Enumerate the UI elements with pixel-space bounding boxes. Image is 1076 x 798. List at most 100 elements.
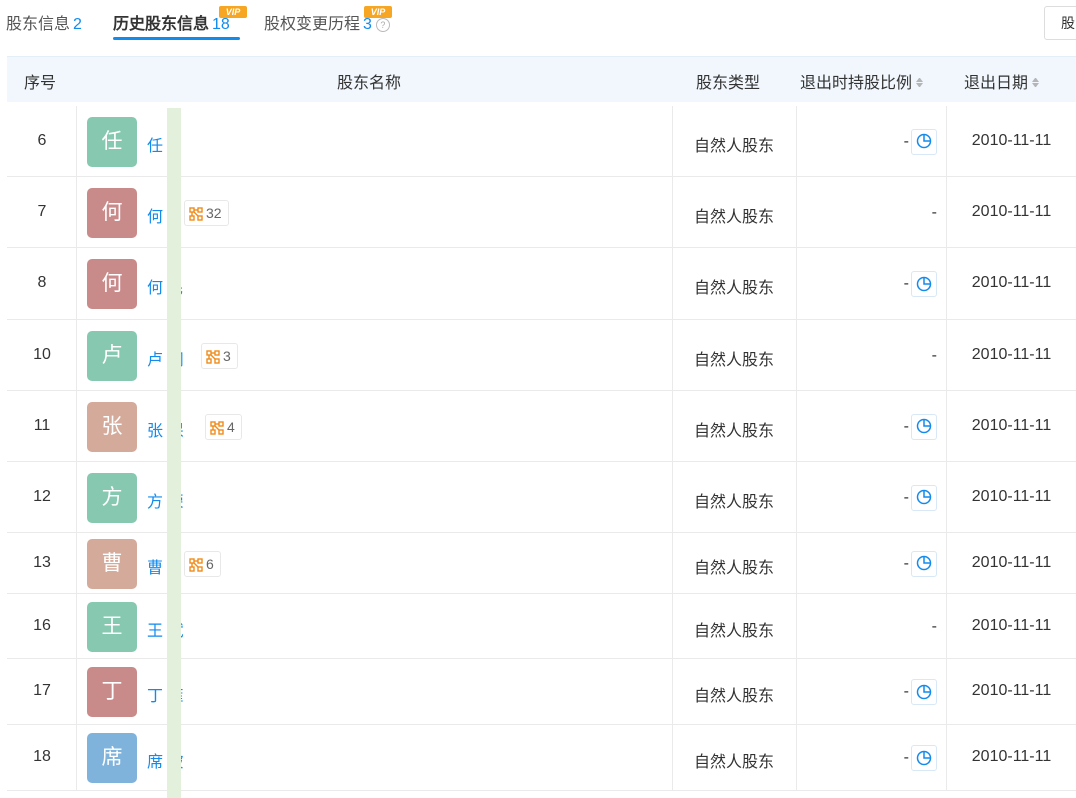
- pie-chart-button[interactable]: [911, 413, 937, 440]
- row-seq: 6: [37, 131, 47, 149]
- tab-label: 历史股东信息: [113, 16, 210, 33]
- row-seq: 13: [33, 553, 51, 571]
- pie-chart-icon: [916, 418, 932, 435]
- tab-history-shareholders[interactable]: 历史股东信息 18 VIP: [113, 6, 247, 34]
- avatar: 席: [87, 733, 137, 783]
- exit-ratio: -: [797, 413, 937, 440]
- relation-badge[interactable]: 6: [184, 550, 221, 577]
- sort-icon: [1032, 78, 1039, 87]
- ratio-value: -: [903, 554, 909, 572]
- exit-date: 2010-11-11: [971, 274, 1052, 291]
- exit-ratio: -: [797, 200, 937, 226]
- ratio-value: -: [903, 275, 909, 293]
- row-seq: 10: [33, 345, 51, 363]
- relation-network-icon: [189, 556, 206, 572]
- row-seq: 7: [37, 202, 47, 220]
- shareholder-type: 自然人股东: [693, 208, 774, 226]
- shareholder-type: 自然人股东: [693, 622, 774, 640]
- pie-chart-icon: [916, 275, 932, 292]
- relation-network-icon: [210, 419, 227, 435]
- header-date-label: 退出日期: [964, 75, 1029, 92]
- ratio-value: -: [931, 346, 937, 364]
- avatar: 王: [87, 601, 137, 652]
- tab-equity-change-history[interactable]: 股权变更历程 3? VIP: [264, 6, 392, 34]
- avatar: 何: [87, 259, 137, 309]
- exit-ratio: -: [797, 614, 937, 640]
- exit-date: 2010-11-11: [971, 487, 1052, 505]
- relation-count: 6: [206, 555, 214, 572]
- pie-chart-icon: [916, 683, 932, 700]
- exit-date: 2010-11-11: [971, 682, 1052, 699]
- exit-ratio: -: [797, 745, 937, 771]
- avatar: 丁: [87, 667, 137, 717]
- ratio-value: -: [931, 203, 937, 221]
- exit-ratio: -: [797, 550, 937, 577]
- row-seq: 12: [33, 487, 51, 505]
- exit-ratio: -: [797, 343, 937, 369]
- avatar: 曹: [87, 538, 137, 589]
- avatar: 何: [87, 187, 137, 238]
- shareholder-name-link[interactable]: 任: [147, 132, 163, 156]
- table-header: 序号 股东名称 股东类型 退出时持股比例 退出日期: [7, 56, 1076, 102]
- row-seq: 8: [37, 274, 47, 291]
- pie-chart-button[interactable]: [911, 745, 937, 771]
- help-icon[interactable]: ?: [375, 18, 390, 32]
- avatar: 方: [87, 472, 137, 523]
- pie-chart-button[interactable]: [911, 128, 937, 155]
- active-tab-indicator: [113, 37, 240, 40]
- relation-count: 3: [223, 347, 231, 364]
- exit-ratio: -: [797, 484, 937, 511]
- tab-count: 18: [212, 16, 230, 33]
- header-ratio[interactable]: 退出时持股比例: [800, 69, 923, 93]
- exit-ratio: -: [797, 271, 937, 297]
- tab-count: 3: [363, 16, 372, 33]
- sort-icon: [916, 78, 923, 87]
- overlay-bar: [167, 108, 181, 798]
- tab-count: 2: [73, 16, 82, 33]
- ratio-value: -: [903, 417, 909, 435]
- pie-chart-icon: [916, 489, 932, 506]
- relation-badge[interactable]: 32: [184, 199, 229, 226]
- relation-network-icon: [189, 205, 206, 221]
- header-date[interactable]: 退出日期: [964, 69, 1039, 93]
- shareholder-type: 自然人股东: [693, 137, 774, 155]
- shareholder-type: 自然人股东: [693, 351, 774, 369]
- tab-label: 股东信息: [6, 16, 71, 33]
- tab-label: 股权变更历程: [264, 16, 361, 33]
- shareholder-type: 自然人股东: [693, 559, 774, 577]
- shareholder-type: 自然人股东: [693, 754, 774, 771]
- shareholder-name-link[interactable]: 曹: [147, 554, 163, 578]
- relation-badge[interactable]: 3: [201, 342, 238, 369]
- vip-badge: VIP: [219, 6, 247, 18]
- shareholder-name-link[interactable]: 何: [147, 203, 163, 227]
- exit-date: 2010-11-11: [971, 553, 1052, 571]
- header-name: 股东名称: [337, 75, 402, 92]
- pie-chart-icon: [916, 749, 932, 766]
- exit-ratio: -: [797, 679, 937, 705]
- header-seq: 序号: [24, 75, 57, 92]
- pie-chart-button[interactable]: [911, 271, 937, 297]
- pie-chart-button[interactable]: [911, 550, 937, 577]
- ratio-value: -: [903, 749, 909, 767]
- row-seq: 16: [33, 616, 51, 634]
- tab-shareholder-info[interactable]: 股东信息 2: [6, 10, 82, 34]
- shareholder-type: 自然人股东: [693, 688, 774, 705]
- vip-badge: VIP: [364, 6, 392, 18]
- shareholder-button[interactable]: 股: [1044, 6, 1076, 40]
- exit-date: 2010-11-11: [971, 748, 1052, 765]
- pie-chart-icon: [916, 133, 932, 150]
- exit-ratio: -: [797, 128, 937, 155]
- pie-chart-button[interactable]: [911, 484, 937, 511]
- exit-date: 2010-11-11: [971, 416, 1052, 434]
- relation-badge[interactable]: 4: [205, 413, 242, 440]
- pie-chart-button[interactable]: [911, 679, 937, 705]
- avatar: 任: [87, 116, 137, 167]
- exit-date: 2010-11-11: [971, 202, 1052, 220]
- row-seq: 11: [33, 416, 51, 434]
- exit-date: 2010-11-11: [971, 345, 1052, 363]
- ratio-value: -: [931, 617, 937, 635]
- relation-count: 4: [227, 418, 235, 435]
- row-seq: 18: [33, 748, 51, 765]
- ratio-value: -: [903, 488, 909, 506]
- header-type: 股东类型: [696, 75, 761, 92]
